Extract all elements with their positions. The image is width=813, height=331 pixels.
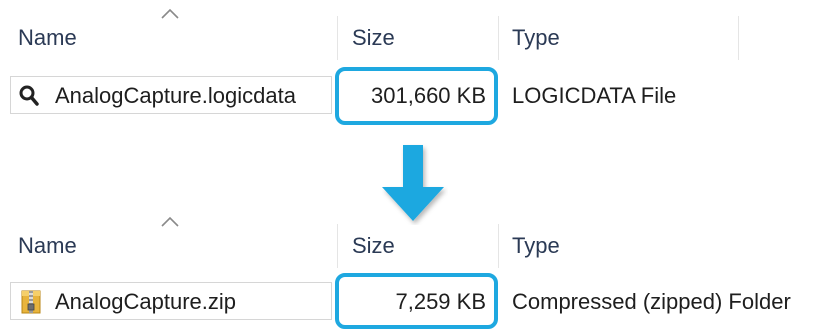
column-header-type[interactable]: Type [512,16,560,60]
column-header-name[interactable]: Name [18,16,77,60]
file-name-cell[interactable]: AnalogCapture.zip [10,282,332,320]
column-header-size[interactable]: Size [352,16,395,60]
column-header-top: Name Size Type [0,8,813,60]
sort-ascending-icon [161,216,179,227]
size-highlight-box [335,67,498,125]
zip-folder-icon [21,290,41,314]
file-type-text: LOGICDATA File [512,83,677,108]
column-separator[interactable] [337,16,338,60]
column-separator[interactable] [498,16,499,60]
file-type-text: Compressed (zipped) Folder [512,289,791,314]
column-header-name[interactable]: Name [18,224,77,268]
arrow-down-icon [382,145,444,221]
column-separator[interactable] [738,16,739,60]
column-separator[interactable] [337,224,338,268]
column-header-bottom: Name Size Type [0,216,813,268]
column-header-type[interactable]: Type [512,224,560,268]
size-highlight-box [335,273,498,329]
file-name-text: AnalogCapture.logicdata [55,83,296,108]
file-name-text: AnalogCapture.zip [55,289,237,314]
sort-ascending-icon [161,8,179,19]
file-name-cell[interactable]: AnalogCapture.logicdata [10,76,332,114]
column-separator[interactable] [498,224,499,268]
column-header-size[interactable]: Size [352,224,395,268]
size-comparison-figure: Name Size Type AnalogCapture.logicdata 3… [0,0,813,331]
magnifier-file-icon [19,85,39,106]
